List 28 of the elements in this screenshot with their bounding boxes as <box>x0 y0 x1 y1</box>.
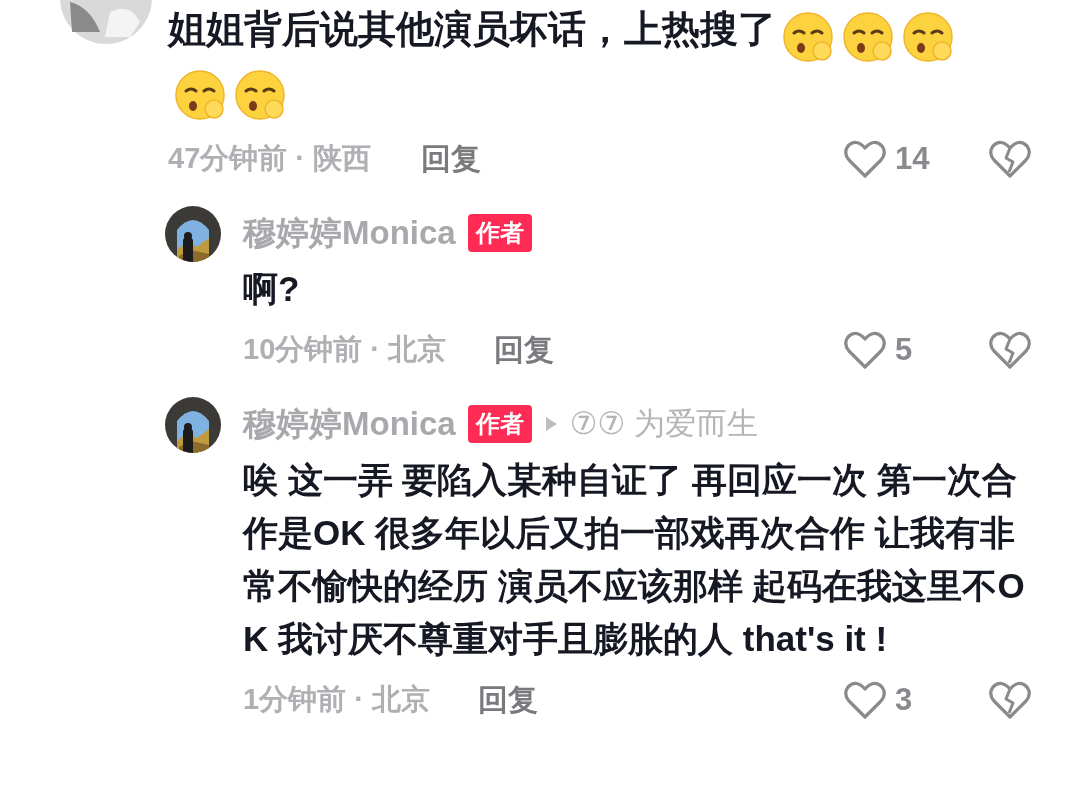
author-badge: 作者 <box>467 405 532 443</box>
author-name[interactable]: 穆婷婷Monica <box>243 401 456 447</box>
like-icon[interactable] <box>843 139 887 179</box>
comment-time: 1分钟前 · 北京 <box>243 682 430 717</box>
comment-text: 啊? <box>243 268 301 310</box>
emoji-icon <box>234 68 288 123</box>
dislike-icon[interactable] <box>988 139 1032 179</box>
like-count: 3 <box>895 682 913 718</box>
comment-text: 姐姐背后说其他演员坏话，上热搜了 <box>168 8 776 50</box>
emoji-icon <box>842 10 896 65</box>
comment-time: 10分钟前 · 北京 <box>243 332 447 367</box>
emoji-icon <box>174 68 228 123</box>
comment-text: 唉 这一弄 要陷入某种自证了 再回应一次 第一次合作是OK 很多年以后又拍一部戏再次合作 让我有非常不愉快的经历 演员不应该那样 起码在我这里不OK 我讨厌不尊重对手且膨胀的人 that's it ! <box>243 459 1026 660</box>
emoji-icon <box>902 10 956 65</box>
like-icon[interactable] <box>843 680 887 720</box>
reply-arrow-icon <box>543 415 558 433</box>
reply-link[interactable]: 回复 <box>494 329 555 371</box>
author-badge: 作者 <box>467 214 532 252</box>
like-count: 5 <box>895 332 913 368</box>
like-icon[interactable] <box>843 330 887 370</box>
dislike-icon[interactable] <box>988 680 1032 720</box>
dislike-icon[interactable] <box>988 330 1032 370</box>
comment-time: 47分钟前 · 陕西 <box>168 141 372 176</box>
reply-link[interactable]: 回复 <box>477 679 538 721</box>
emoji-icon <box>782 10 836 65</box>
author-name[interactable]: 穆婷婷Monica <box>243 210 456 256</box>
like-count: 14 <box>895 141 930 177</box>
reply-link[interactable]: 回复 <box>421 138 482 180</box>
